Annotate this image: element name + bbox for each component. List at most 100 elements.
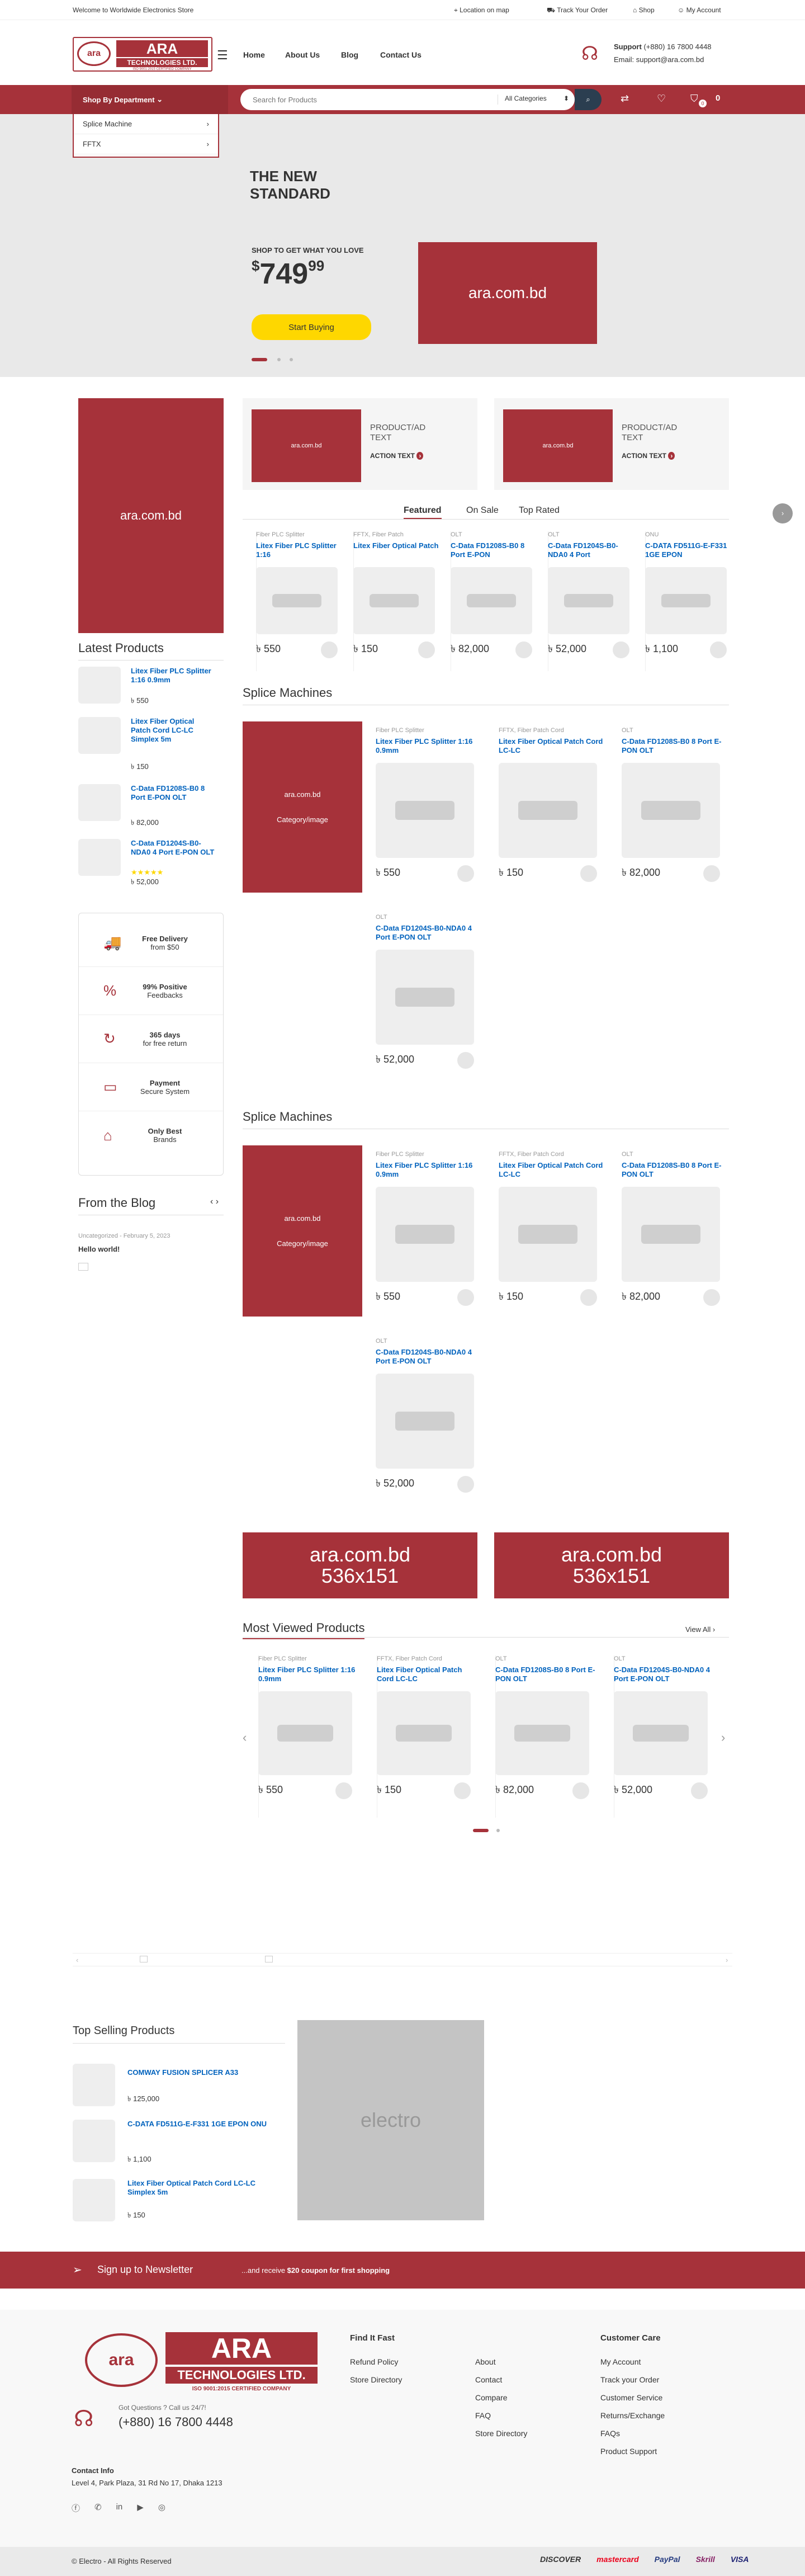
- product-title[interactable]: C-Data FD1204S-B0-NDA0 4 Port E-PON OLT: [376, 924, 482, 943]
- product-category[interactable]: Fiber PLC Splitter: [258, 1655, 360, 1662]
- product-title[interactable]: Litex Fiber PLC Splitter 1:16 0.9mm: [376, 737, 482, 756]
- carousel-dot-active[interactable]: [473, 1829, 489, 1832]
- whatsapp-icon[interactable]: ✆: [94, 2502, 102, 2514]
- product-category[interactable]: OLT: [548, 531, 637, 538]
- product-title[interactable]: Litex Fiber Optical Patch Cord LC-LC Sim…: [131, 717, 215, 744]
- product-image[interactable]: [622, 763, 720, 858]
- add-to-cart-button[interactable]: [457, 1475, 474, 1493]
- product-title[interactable]: C-Data FD1208S-B0 8 Port E-PON: [451, 541, 540, 560]
- site-logo[interactable]: ara ARA TECHNOLOGIES LTD. ISO 9001:2015 …: [73, 37, 212, 72]
- product-card[interactable]: Fiber PLC Splitter Litex Fiber PLC Split…: [256, 531, 345, 658]
- add-to-cart-button[interactable]: [321, 641, 338, 658]
- footer-link[interactable]: Refund Policy: [350, 2357, 402, 2366]
- product-title[interactable]: Litex Fiber Optical Patch Cord LC-LC: [499, 737, 605, 756]
- wishlist-icon[interactable]: ♡: [657, 93, 666, 105]
- footer-link[interactable]: Returns/Exchange: [600, 2411, 665, 2420]
- product-card[interactable]: OLT C-Data FD1204S-B0-NDA0 4 Port E-PON …: [376, 914, 482, 1069]
- product-card[interactable]: FFTX, Fiber Patch Cord Litex Fiber Optic…: [377, 1655, 479, 1799]
- product-category[interactable]: Fiber PLC Splitter: [376, 727, 482, 734]
- add-to-cart-button[interactable]: [457, 1051, 474, 1069]
- slider-dot[interactable]: [277, 358, 281, 361]
- dept-item-fftx[interactable]: FFTX ›: [74, 134, 218, 154]
- product-card[interactable]: Fiber PLC Splitter Litex Fiber PLC Split…: [258, 1655, 360, 1799]
- product-title[interactable]: Litex Fiber PLC Splitter 1:16: [256, 541, 345, 560]
- youtube-icon[interactable]: ▶: [137, 2502, 144, 2514]
- add-to-cart-button[interactable]: [691, 1782, 708, 1799]
- add-to-cart-button[interactable]: [454, 1782, 471, 1799]
- my-account-link[interactable]: ☺ My Account: [678, 6, 721, 14]
- add-to-cart-button[interactable]: [418, 641, 435, 658]
- shop-by-department-button[interactable]: Shop By Department ⌄: [72, 85, 228, 114]
- product-title[interactable]: C-DATA FD511G-E-F331 1GE EPON: [645, 541, 735, 560]
- product-title[interactable]: C-Data FD1208S-B0 8 Port E-PON OLT: [495, 1666, 597, 1685]
- product-category[interactable]: OLT: [622, 727, 728, 734]
- track-order-link[interactable]: ⛟ Track Your Order: [547, 6, 608, 15]
- product-title[interactable]: C-Data FD1208S-B0 8 Port E-PON OLT: [622, 1161, 728, 1180]
- product-title[interactable]: C-Data FD1204S-B0-NDA0 4 Port E-PON OLT: [131, 839, 215, 857]
- add-to-cart-button[interactable]: [457, 865, 474, 882]
- product-thumb[interactable]: [73, 2120, 115, 2162]
- blog-nav[interactable]: ‹ ›: [210, 1197, 219, 1207]
- tab-featured[interactable]: Featured: [404, 506, 442, 519]
- chevron-left-icon[interactable]: ‹: [76, 1956, 78, 1964]
- product-image[interactable]: [495, 1691, 589, 1775]
- product-card[interactable]: OLT C-Data FD1208S-B0 8 Port E-PON OLT ৳…: [622, 1151, 728, 1306]
- add-to-cart-button[interactable]: [613, 641, 629, 658]
- slider-dot-active[interactable]: [252, 358, 267, 361]
- product-image[interactable]: [645, 567, 727, 634]
- product-category[interactable]: FFTX, Fiber Patch Cord: [499, 1151, 605, 1158]
- product-category[interactable]: OLT: [376, 1338, 482, 1344]
- product-image[interactable]: [548, 567, 629, 634]
- product-title[interactable]: C-Data FD1208S-B0 8 Port E-PON OLT: [622, 737, 728, 756]
- nav-blog[interactable]: Blog: [341, 50, 358, 59]
- product-card[interactable]: OLT C-Data FD1208S-B0 8 Port E-PON ৳ 82,…: [451, 531, 540, 658]
- product-title[interactable]: Litex Fiber Optical Patch: [353, 541, 443, 560]
- location-link[interactable]: ⌖ Location on map: [454, 6, 509, 15]
- wide-banner[interactable]: ara.com.bd 536x151: [243, 1532, 477, 1598]
- facebook-icon[interactable]: ⓕ: [72, 2502, 80, 2514]
- product-title[interactable]: Litex Fiber Optical Patch Cord LC-LC Sim…: [127, 2179, 278, 2197]
- nav-about[interactable]: About Us: [285, 50, 320, 59]
- add-to-cart-button[interactable]: [710, 641, 727, 658]
- product-card[interactable]: Fiber PLC Splitter Litex Fiber PLC Split…: [376, 727, 482, 882]
- wide-banner[interactable]: ara.com.bd 536x151: [494, 1532, 729, 1598]
- footer-link[interactable]: FAQs: [600, 2429, 665, 2438]
- product-title[interactable]: C-Data FD1204S-B0-NDA0 4 Port E-PON OLT: [376, 1348, 482, 1367]
- slider-dot[interactable]: [290, 358, 293, 361]
- product-image[interactable]: [353, 567, 435, 634]
- ad-block[interactable]: ara.com.bd PRODUCT/AD TEXT ACTION TEXT ›: [243, 398, 477, 490]
- footer-link[interactable]: Customer Service: [600, 2393, 665, 2402]
- rss-icon[interactable]: ◎: [158, 2502, 165, 2514]
- tab-top-rated[interactable]: Top Rated: [519, 506, 560, 516]
- footer-logo[interactable]: ara ARA TECHNOLOGIES LTD. ISO 9001:2015 …: [83, 2328, 323, 2395]
- ad-action[interactable]: ACTION TEXT ›: [370, 452, 424, 460]
- product-card[interactable]: ONU C-DATA FD511G-E-F331 1GE EPON ৳ 1,10…: [645, 531, 735, 658]
- blog-post-title[interactable]: Hello world!: [78, 1245, 120, 1253]
- product-thumb[interactable]: [73, 2064, 115, 2106]
- nav-home[interactable]: Home: [243, 50, 265, 59]
- footer-link[interactable]: Store Directory: [350, 2375, 402, 2384]
- product-image[interactable]: [376, 1374, 474, 1469]
- product-image[interactable]: [377, 1691, 471, 1775]
- product-card[interactable]: OLT C-Data FD1204S-B0-NDA0 4 Port E-PON …: [376, 1338, 482, 1493]
- category-select[interactable]: All Categories ⬍: [498, 95, 574, 105]
- product-thumb[interactable]: [78, 667, 121, 704]
- product-title[interactable]: C-DATA FD511G-E-F331 1GE EPON ONU: [127, 2120, 278, 2129]
- product-image[interactable]: [376, 763, 474, 858]
- product-image[interactable]: [258, 1691, 352, 1775]
- footer-link[interactable]: Contact: [475, 2375, 527, 2384]
- product-title[interactable]: Litex Fiber PLC Splitter 1:16 0.9mm: [376, 1161, 482, 1180]
- product-category[interactable]: FFTX, Fiber Patch Cord: [499, 727, 605, 734]
- add-to-cart-button[interactable]: [580, 865, 597, 882]
- add-to-cart-button[interactable]: [572, 1782, 589, 1799]
- product-title[interactable]: Litex Fiber PLC Splitter 1:16 0.9mm: [131, 667, 215, 685]
- product-category[interactable]: ONU: [645, 531, 735, 538]
- product-category[interactable]: Fiber PLC Splitter: [256, 531, 345, 538]
- product-category[interactable]: Fiber PLC Splitter: [376, 1151, 482, 1158]
- footer-link[interactable]: About: [475, 2357, 527, 2366]
- add-to-cart-button[interactable]: [515, 641, 532, 658]
- product-card[interactable]: OLT C-Data FD1204S-B0-NDA0 4 Port ৳ 52,0…: [548, 531, 637, 658]
- carousel-prev-icon[interactable]: ‹: [243, 1730, 247, 1745]
- ad-block[interactable]: ara.com.bd PRODUCT/AD TEXT ACTION TEXT ›: [494, 398, 729, 490]
- product-thumb[interactable]: [78, 784, 121, 821]
